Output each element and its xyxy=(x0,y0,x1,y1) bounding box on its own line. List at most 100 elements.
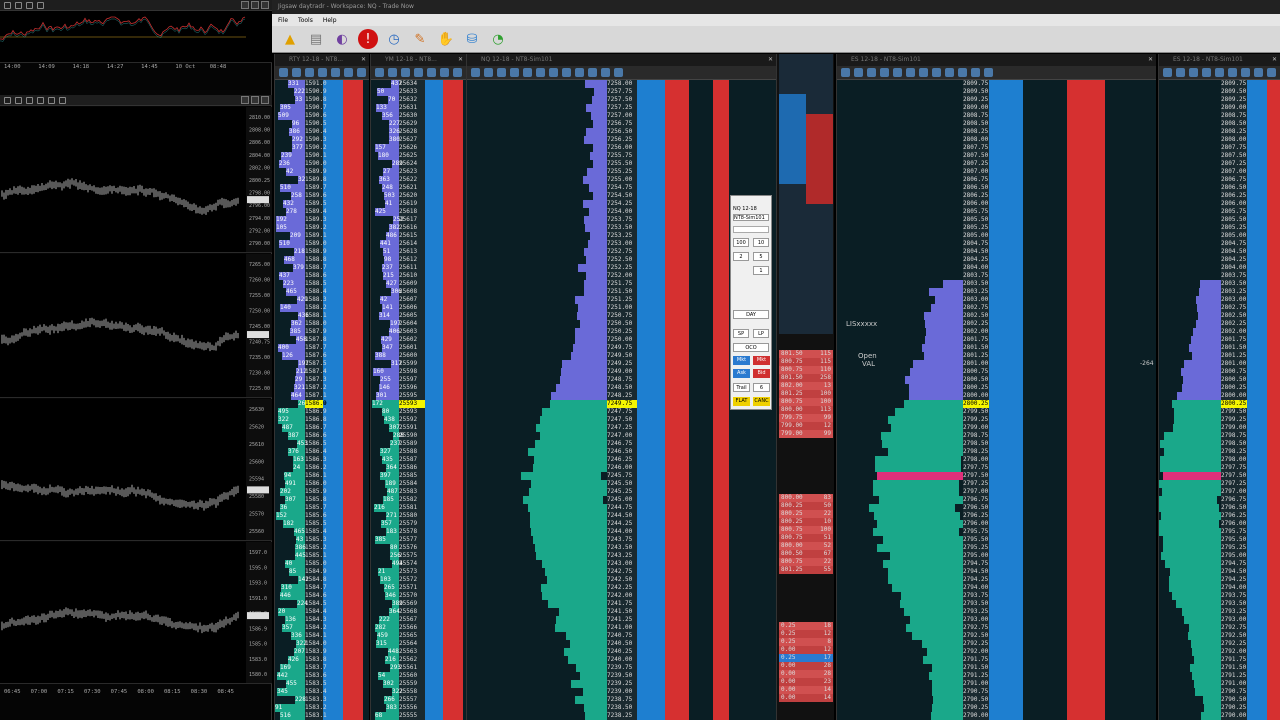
price-cell[interactable]: 7240.50 xyxy=(607,640,637,648)
price-cell[interactable]: 7243.50 xyxy=(607,544,637,552)
price-cell[interactable]: 2802.75 xyxy=(1221,304,1247,312)
price-cell[interactable]: 25627 xyxy=(399,136,425,144)
price-cell[interactable]: 2798.00 xyxy=(1221,456,1247,464)
last-price-cell[interactable]: 25593 xyxy=(399,400,425,408)
price-cell[interactable]: 2790.00 xyxy=(1221,712,1247,720)
price-cell[interactable]: 2790.25 xyxy=(1221,704,1247,712)
dom-row[interactable]: 800.00 113 xyxy=(779,406,833,414)
price-cell[interactable]: 7254.25 xyxy=(607,200,637,208)
price-ladder[interactable]: ES 12-18 - NT8-Sim101 ✕ 2809.75 2809.50 2809… xyxy=(1158,54,1280,720)
price-cell[interactable]: 7251.50 xyxy=(607,288,637,296)
price-cell[interactable]: 1591.0 xyxy=(305,80,327,88)
price-cell[interactable]: 7244.50 xyxy=(607,512,637,520)
price-cell[interactable]: 2792.75 xyxy=(1221,624,1247,632)
order-entry-panel[interactable]: NQ 12-18 NT8-Sim101 100 10 2 5 1 DAY SP … xyxy=(730,195,772,410)
price-cell[interactable]: 2795.50 xyxy=(963,536,989,544)
ladder-tool-icon[interactable] xyxy=(344,68,353,77)
price-cell[interactable]: 7257.00 xyxy=(607,112,637,120)
price-cell[interactable]: 25575 xyxy=(399,552,425,560)
price-cell[interactable]: 25614 xyxy=(399,240,425,248)
price-cell[interactable]: 1590.3 xyxy=(305,136,327,144)
price-cell[interactable]: 7255.00 xyxy=(607,176,637,184)
ladder-body[interactable]: 2809.75 2809.50 2809.25 2809.00 2808.75 2808.… xyxy=(1159,80,1280,720)
sp-button[interactable]: SP xyxy=(733,329,749,338)
price-cell[interactable]: 7246.50 xyxy=(607,448,637,456)
price-cell[interactable]: 7257.50 xyxy=(607,96,637,104)
price-cell[interactable]: 1585.6 xyxy=(305,512,327,520)
price-cell[interactable]: 25633 xyxy=(399,88,425,96)
price-cell[interactable]: 2809.50 xyxy=(1221,88,1247,96)
price-cell[interactable]: 2802.50 xyxy=(963,312,989,320)
clock-icon[interactable]: ◷ xyxy=(384,29,404,49)
price-cell[interactable]: 7238.25 xyxy=(607,712,637,720)
price-cell[interactable]: 2803.25 xyxy=(1221,288,1247,296)
price-cell[interactable]: 1587.6 xyxy=(305,352,327,360)
price-cell[interactable]: 2809.25 xyxy=(1221,96,1247,104)
dom-row[interactable]: 800.75 100 xyxy=(779,526,833,534)
buy-ask-button[interactable]: Ask xyxy=(733,369,750,378)
ladder-tool-icon[interactable] xyxy=(484,68,493,77)
price-cell[interactable]: 1588.4 xyxy=(305,288,327,296)
qty-field[interactable]: 1 xyxy=(753,266,769,275)
price-cell[interactable]: 2808.50 xyxy=(1221,120,1247,128)
price-cell[interactable]: 25589 xyxy=(399,440,425,448)
dom-row[interactable]: 800.75 100 xyxy=(779,398,833,406)
dom-row[interactable]: 801.25 100 xyxy=(779,390,833,398)
price-cell[interactable]: 25565 xyxy=(399,632,425,640)
price-cell[interactable]: 7239.50 xyxy=(607,672,637,680)
price-cell[interactable]: 25562 xyxy=(399,656,425,664)
price-cell[interactable]: 7254.50 xyxy=(607,192,637,200)
price-cell[interactable]: 1585.1 xyxy=(305,552,327,560)
ladder-toolbar[interactable] xyxy=(1159,66,1280,80)
price-cell[interactable]: 7252.25 xyxy=(607,264,637,272)
price-cell[interactable]: 2800.75 xyxy=(963,368,989,376)
ladder-tool-icon[interactable] xyxy=(984,68,993,77)
price-cell[interactable]: 25576 xyxy=(399,544,425,552)
price-cell[interactable]: 2795.25 xyxy=(1221,544,1247,552)
price-cell[interactable]: 2794.75 xyxy=(1221,560,1247,568)
price-cell[interactable]: 1588.5 xyxy=(305,280,327,288)
price-cell[interactable]: 7240.25 xyxy=(607,648,637,656)
price-cell[interactable]: 25606 xyxy=(399,304,425,312)
price-cell[interactable]: 7254.75 xyxy=(607,184,637,192)
price-cell[interactable]: 25570 xyxy=(399,592,425,600)
dom-block[interactable]: 0.25 18 0.25 12 0.25 8 0.00 12 0.25 17 0.00 28 0.00 2… xyxy=(779,622,833,702)
maximize-icon[interactable] xyxy=(251,96,259,104)
price-cell[interactable]: 2792.25 xyxy=(1221,640,1247,648)
menu-file[interactable]: File xyxy=(278,17,288,24)
price-cell[interactable]: 2807.00 xyxy=(963,168,989,176)
price-cell[interactable]: 2804.25 xyxy=(1221,256,1247,264)
dom-row[interactable]: 0.00 14 xyxy=(779,694,833,702)
ladder-tool-icon[interactable] xyxy=(1241,68,1250,77)
price-cell[interactable]: 1583.4 xyxy=(305,688,327,696)
price-cell[interactable]: 25579 xyxy=(399,520,425,528)
price-cell[interactable]: 2806.00 xyxy=(963,200,989,208)
price-cell[interactable]: 7253.00 xyxy=(607,240,637,248)
price-cell[interactable]: 7246.75 xyxy=(607,440,637,448)
ladder-body[interactable]: 25634 437 25633 50 25632 70 25631 133 25630 356 25… xyxy=(371,80,466,720)
price-cell[interactable]: 7247.50 xyxy=(607,416,637,424)
price-cell[interactable]: 7250.75 xyxy=(607,312,637,320)
dom-row[interactable]: 799.00 12 xyxy=(779,422,833,430)
price-cell[interactable]: 7248.50 xyxy=(607,384,637,392)
price-cell[interactable]: 1583.2 xyxy=(305,704,327,712)
price-cell[interactable]: 25555 xyxy=(399,712,425,720)
price-cell[interactable]: 2805.50 xyxy=(963,216,989,224)
price-cell[interactable]: 1584.1 xyxy=(305,632,327,640)
ladder-body[interactable]: 1591.0 331 1590.9 222 1590.8 33 1590.7 305 1590.… xyxy=(275,80,369,720)
price-cell[interactable]: 7239.25 xyxy=(607,680,637,688)
ladder-tool-icon[interactable] xyxy=(919,68,928,77)
price-cell[interactable]: 7247.75 xyxy=(607,408,637,416)
price-cell[interactable]: 2803.00 xyxy=(1221,296,1247,304)
price-cell[interactable]: 7251.75 xyxy=(607,280,637,288)
price-cell[interactable]: 25582 xyxy=(399,496,425,504)
price-cell[interactable]: 2794.00 xyxy=(1221,584,1247,592)
dom-row[interactable]: 800.25 50 xyxy=(779,502,833,510)
ladder-toolbar[interactable] xyxy=(371,66,466,80)
price-cell[interactable]: 25619 xyxy=(399,200,425,208)
price-cell[interactable]: 2806.50 xyxy=(963,184,989,192)
price-cell[interactable]: 25603 xyxy=(399,328,425,336)
price-cell[interactable]: 2798.50 xyxy=(963,440,989,448)
price-cell[interactable]: 7244.00 xyxy=(607,528,637,536)
price-cell[interactable]: 1587.2 xyxy=(305,384,327,392)
